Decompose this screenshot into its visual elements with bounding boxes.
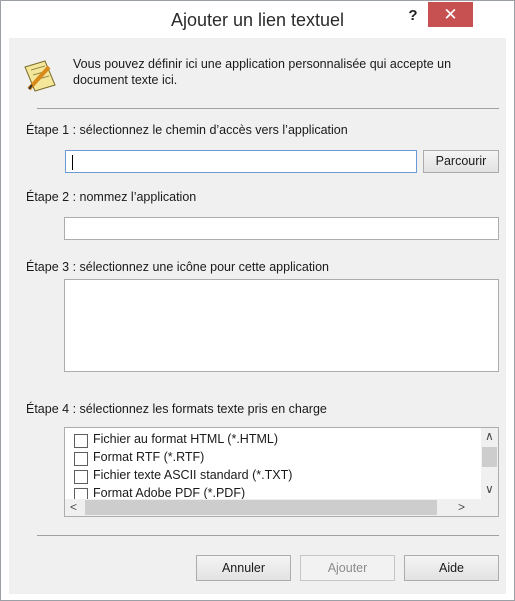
step2-label: Étape 2 : nommez l’application <box>26 190 197 204</box>
cancel-button[interactable]: Annuler <box>196 555 291 581</box>
horizontal-scroll-thumb[interactable] <box>85 500 437 515</box>
dialog-window: Ajouter un lien textuel ? ✕ Vous pouvez … <box>0 0 515 601</box>
horizontal-scrollbar[interactable]: < > <box>65 499 498 516</box>
help-title-button[interactable]: ? <box>399 4 427 28</box>
close-icon: ✕ <box>443 5 458 24</box>
application-name-input[interactable] <box>64 217 499 240</box>
scroll-down-icon[interactable]: ∨ <box>485 482 494 496</box>
application-path-input[interactable] <box>65 150 417 173</box>
format-html-label: Fichier au format HTML (*.HTML) <box>93 432 278 446</box>
step1-label: Étape 1 : sélectionnez le chemin d’accès… <box>26 123 348 137</box>
separator-top <box>37 108 499 109</box>
format-rtf-label: Format RTF (*.RTF) <box>93 450 205 464</box>
close-button[interactable]: ✕ <box>428 2 473 27</box>
separator-bottom <box>37 535 499 536</box>
format-pdf-label: Format Adobe PDF (*.PDF) <box>93 486 246 500</box>
intro-text: Vous pouvez définir ici une application … <box>73 57 452 87</box>
scroll-left-icon[interactable]: < <box>70 500 77 514</box>
scroll-up-icon[interactable]: ∧ <box>485 429 494 443</box>
vertical-scroll-thumb[interactable] <box>482 447 497 467</box>
title-bar: Ajouter un lien textuel ? ✕ <box>1 1 514 38</box>
browse-button[interactable]: Parcourir <box>423 150 499 173</box>
help-button[interactable]: Aide <box>404 555 499 581</box>
text-caret <box>72 155 73 170</box>
format-html-checkbox[interactable] <box>74 434 88 448</box>
scroll-right-icon[interactable]: > <box>458 500 465 514</box>
format-txt-checkbox[interactable] <box>74 470 88 484</box>
notepad-pencil-icon <box>24 60 56 92</box>
format-rtf-checkbox[interactable] <box>74 452 88 466</box>
add-button[interactable]: Ajouter <box>300 555 395 581</box>
formats-list[interactable]: Fichier au format HTML (*.HTML) Format R… <box>64 427 499 517</box>
icon-selection-box[interactable] <box>64 279 499 372</box>
step4-label: Étape 4 : sélectionnez les formats texte… <box>26 402 327 416</box>
vertical-scrollbar[interactable]: ∧ ∨ <box>481 428 498 499</box>
step3-label: Étape 3 : sélectionnez une icône pour ce… <box>26 260 329 274</box>
format-txt-label: Fichier texte ASCII standard (*.TXT) <box>93 468 293 482</box>
dialog-content: Vous pouvez définir ici une application … <box>9 38 506 594</box>
